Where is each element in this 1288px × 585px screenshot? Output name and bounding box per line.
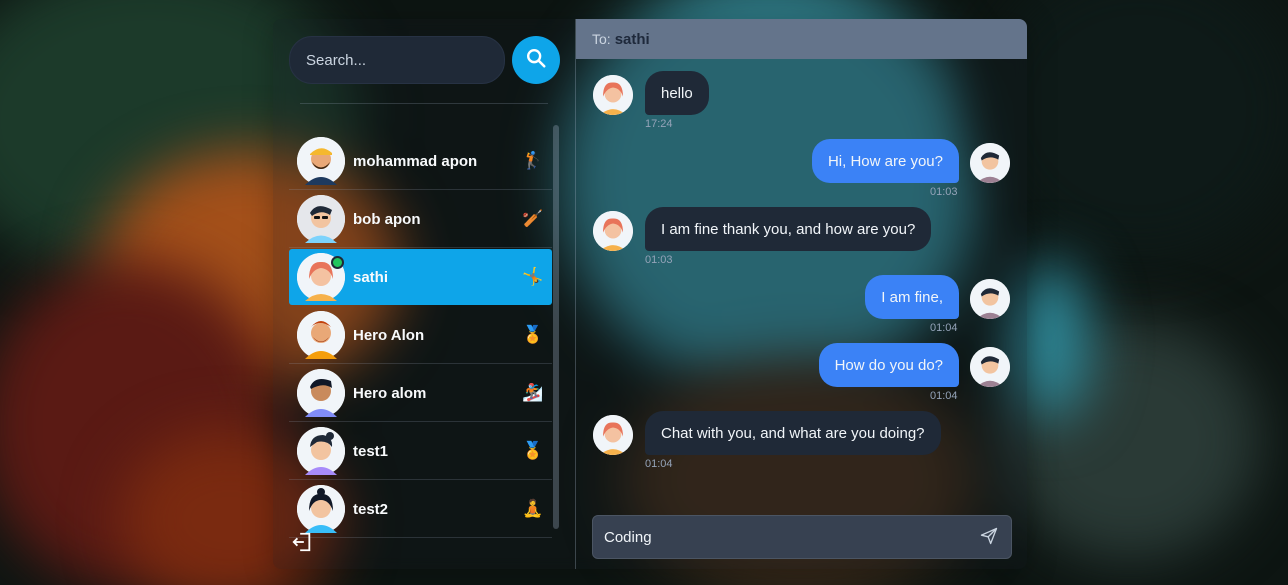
- conversation-name: Hero Alon: [353, 326, 425, 344]
- conversation-name: test2: [353, 500, 389, 518]
- avatar: [593, 75, 633, 115]
- message-time: 01:03: [930, 186, 958, 198]
- conversation-item-active[interactable]: sathi 🤸: [289, 249, 552, 305]
- message-composer: [592, 515, 1012, 559]
- conversation-name: Hero alom: [353, 384, 427, 402]
- avatar: [593, 415, 633, 455]
- chat-app: mohammad apon 🏌️ bob apon 🏏 sathi 🤸: [273, 19, 1027, 569]
- conversation-item[interactable]: Hero alom 🏂: [289, 365, 552, 422]
- send-button[interactable]: [979, 526, 1001, 548]
- message-bubble: hello: [645, 71, 709, 115]
- message-bubble: I am fine,: [865, 275, 959, 319]
- message-bubble: Hi, How are you?: [811, 139, 959, 183]
- to-label: To:: [592, 31, 611, 47]
- message-time: 17:24: [645, 118, 673, 130]
- chat-panel: To: sathi hello 17:24 Hi, How are you? 0…: [576, 19, 1027, 569]
- conversation-list: mohammad apon 🏌️ bob apon 🏏 sathi 🤸 Hero…: [289, 133, 552, 538]
- scrollbar[interactable]: [552, 125, 560, 529]
- search-field: [289, 36, 505, 84]
- recipient-name: sathi: [614, 30, 650, 48]
- chat-header: To: sathi: [576, 19, 1027, 59]
- message-input[interactable]: [593, 516, 963, 558]
- message-time: 01:04: [930, 322, 958, 334]
- message-bubble: I am fine thank you, and how are you?: [645, 207, 932, 251]
- message-bubble: Chat with you, and what are you doing?: [645, 411, 941, 455]
- logout-icon: [291, 532, 313, 557]
- avatar: [970, 279, 1010, 319]
- avatar: [970, 347, 1010, 387]
- conversation-item[interactable]: mohammad apon 🏌️: [289, 133, 552, 190]
- status-emoji: 🏏: [522, 209, 544, 228]
- scrollbar-thumb[interactable]: [553, 125, 559, 529]
- conversation-item[interactable]: Hero Alon 🏅: [289, 307, 552, 364]
- message-time: 01:04: [930, 390, 958, 402]
- avatar: [593, 211, 633, 251]
- divider: [300, 103, 548, 104]
- avatar: [297, 253, 345, 301]
- avatar: [297, 485, 345, 533]
- message-bubble: How do you do?: [818, 343, 959, 387]
- status-emoji: 🏅: [522, 325, 544, 344]
- conversation-name: sathi: [353, 268, 389, 286]
- avatar: [297, 311, 345, 359]
- message-time: 01:04: [645, 458, 673, 470]
- send-icon: [979, 527, 999, 550]
- search-button[interactable]: [512, 36, 560, 84]
- conversation-item[interactable]: bob apon 🏏: [289, 191, 552, 248]
- message-time: 01:03: [645, 254, 673, 266]
- avatar: [297, 195, 345, 243]
- search-icon: [525, 47, 547, 74]
- status-emoji: 🏅: [522, 441, 544, 460]
- avatar: [297, 369, 345, 417]
- conversation-name: bob apon: [353, 210, 421, 228]
- conversation-item[interactable]: test1 🏅: [289, 423, 552, 480]
- conversation-item[interactable]: test2 🧘: [289, 481, 552, 538]
- status-emoji: 🏂: [522, 383, 544, 402]
- search-input[interactable]: [290, 37, 504, 83]
- avatar: [970, 143, 1010, 183]
- sidebar: mohammad apon 🏌️ bob apon 🏏 sathi 🤸: [273, 19, 576, 569]
- status-emoji: 🏌️: [522, 151, 544, 170]
- status-emoji: 🧘: [522, 499, 544, 518]
- avatar: [297, 427, 345, 475]
- conversation-name: mohammad apon: [353, 152, 478, 170]
- logout-button[interactable]: [291, 531, 313, 553]
- conversation-name: test1: [353, 442, 389, 460]
- online-indicator: [331, 256, 344, 269]
- avatar: [297, 137, 345, 185]
- status-emoji: 🤸: [522, 267, 544, 286]
